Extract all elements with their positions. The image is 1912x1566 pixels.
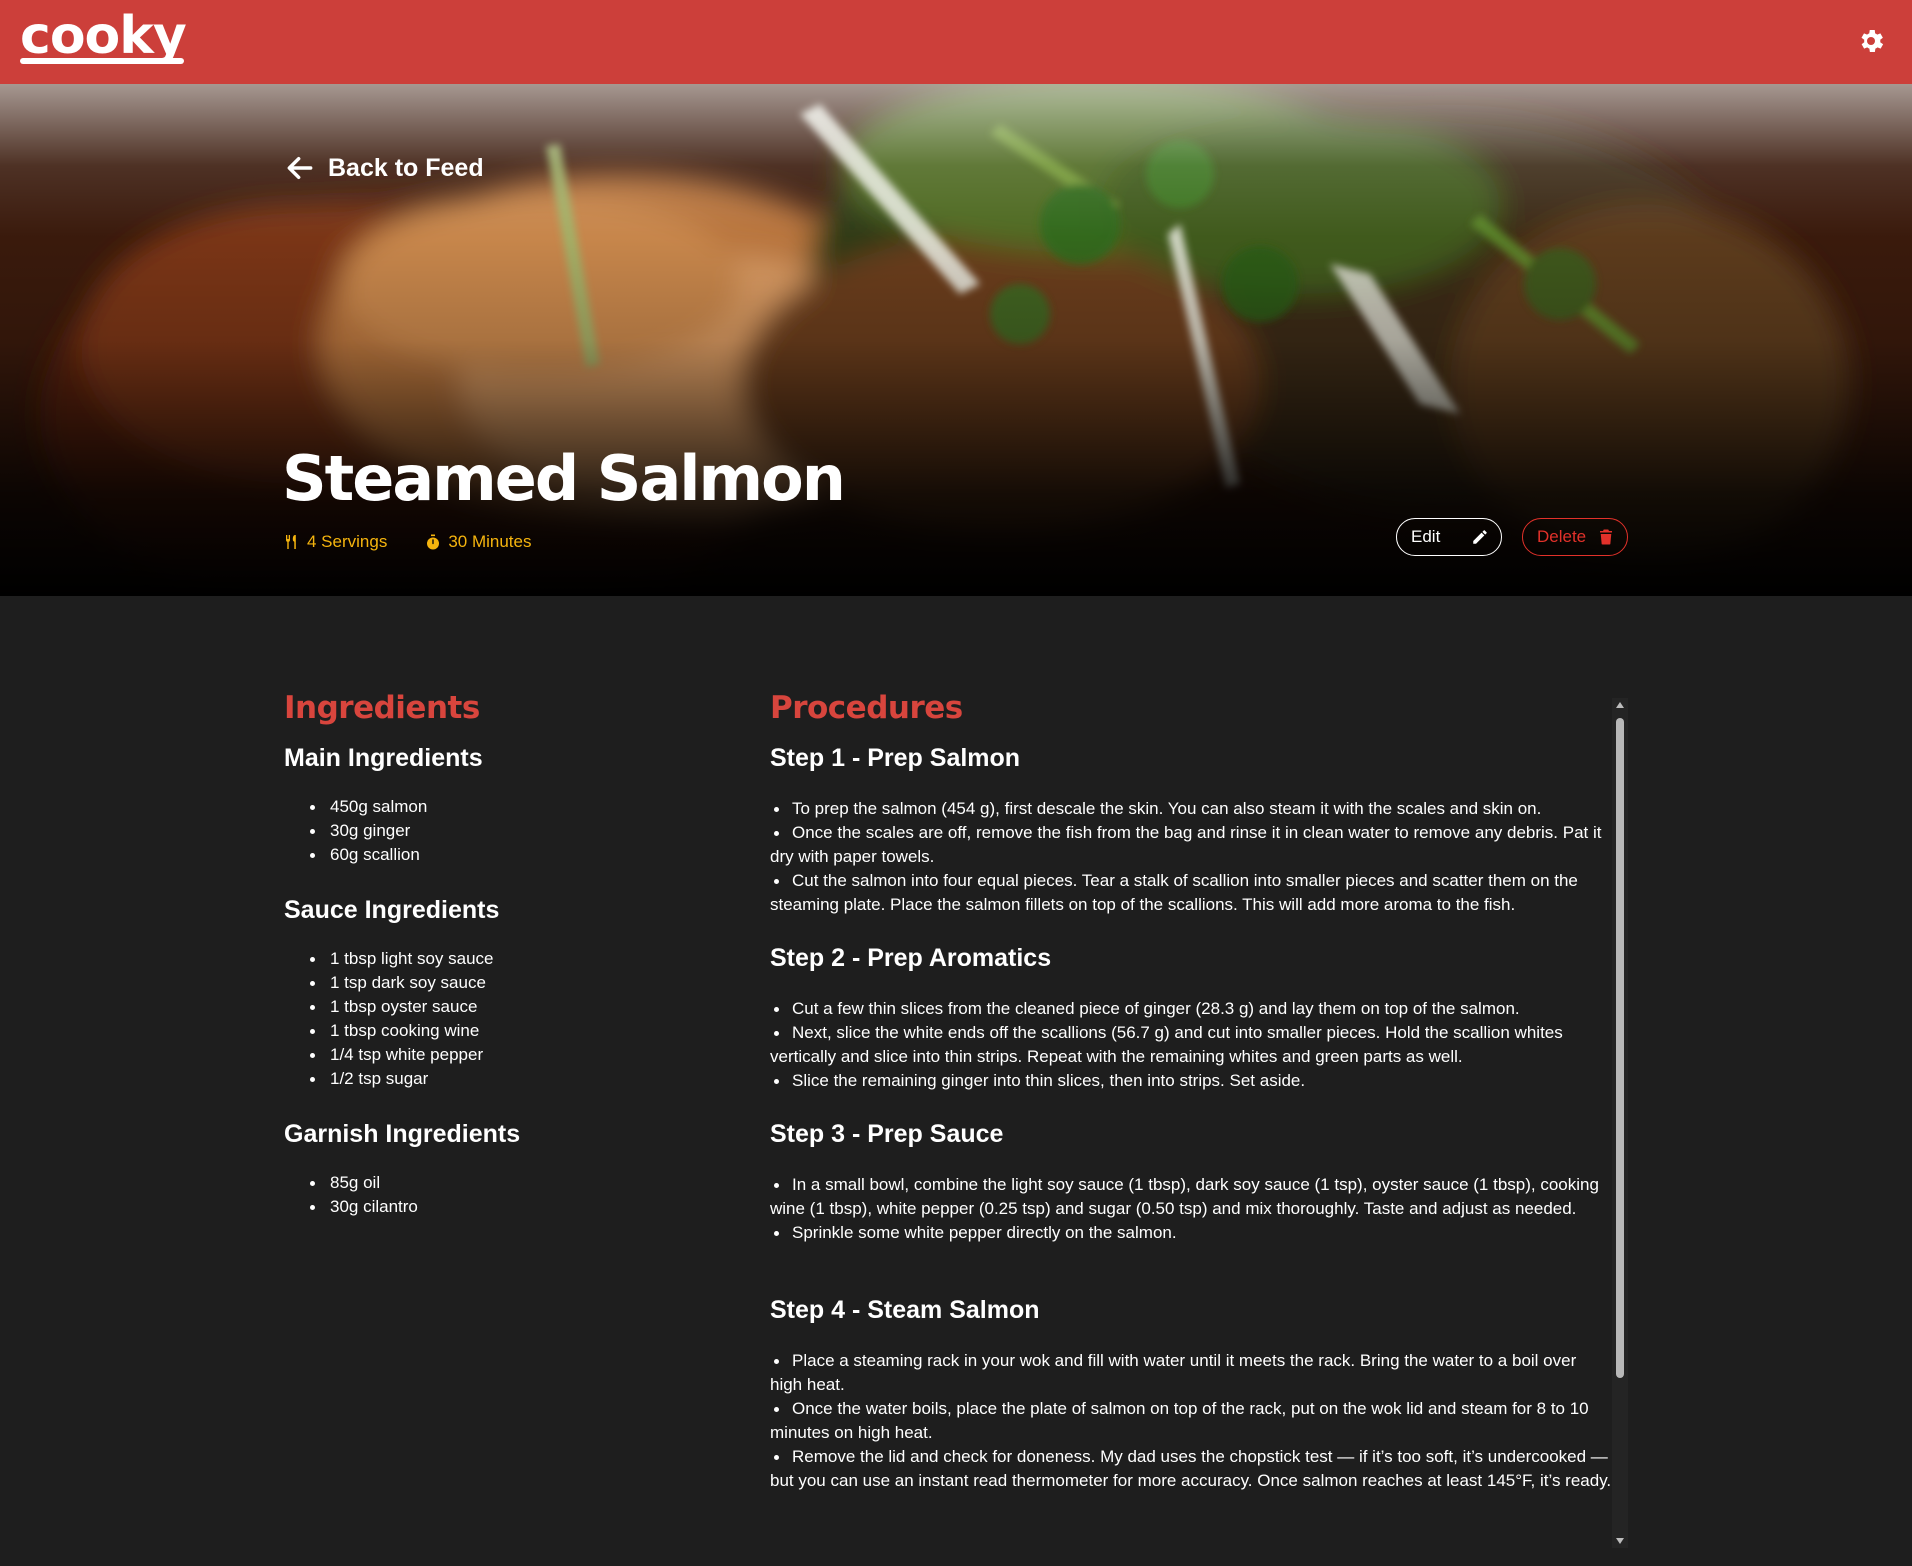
delete-button-label: Delete: [1537, 527, 1587, 546]
step-title: Step 3 - Prep Sauce: [770, 1120, 1004, 1148]
procedures-scrollbar[interactable]: [1612, 698, 1628, 1548]
step-item: To prep the salmon (454 g), first descal…: [770, 797, 1612, 821]
step-item: Cut the salmon into four equal pieces. T…: [770, 869, 1612, 917]
ingredient-item: 1 tsp dark soy sauce: [284, 971, 724, 995]
logo[interactable]: cooky: [20, 6, 187, 66]
step-item: Cut a few thin slices from the cleaned p…: [770, 997, 1612, 1021]
step-list: Place a steaming rack in your wok and fi…: [770, 1349, 1612, 1493]
ingredient-list: 450g salmon 30g ginger 60g scallion: [284, 795, 724, 867]
ingredient-group-main: Main Ingredients 450g salmon 30g ginger …: [284, 744, 724, 867]
edit-button[interactable]: Edit: [1396, 518, 1502, 556]
trash-icon: [1600, 529, 1612, 545]
arrow-left-icon: [287, 156, 313, 180]
back-to-feed-label: Back to Feed: [328, 153, 484, 182]
ingredient-item: 1/2 tsp sugar: [284, 1067, 724, 1091]
time-text: 30 Minutes: [448, 532, 532, 551]
top-bar: cooky: [0, 0, 1912, 84]
pencil-icon: [1473, 530, 1487, 544]
ingredient-item: 1 tbsp cooking wine: [284, 1019, 724, 1043]
step-list: To prep the salmon (454 g), first descal…: [770, 797, 1612, 917]
ingredient-item: 85g oil: [284, 1171, 724, 1195]
ingredient-item: 1/4 tsp white pepper: [284, 1043, 724, 1067]
ingredient-item: 1 tbsp oyster sauce: [284, 995, 724, 1019]
procedure-step-4: Step 4 - Steam Salmon Place a steaming r…: [770, 1296, 1612, 1493]
scroll-down-arrow-icon[interactable]: [1616, 1538, 1624, 1544]
procedures-scroll-area[interactable]: Step 1 - Prep Salmon To prep the salmon …: [770, 740, 1612, 1550]
utensils-icon: [286, 535, 296, 549]
scroll-up-arrow-icon[interactable]: [1616, 702, 1624, 708]
ingredient-item: 1 tbsp light soy sauce: [284, 947, 724, 971]
ingredient-list: 85g oil 30g cilantro: [284, 1171, 724, 1219]
delete-button[interactable]: Delete: [1522, 518, 1628, 556]
scrollbar-thumb[interactable]: [1616, 718, 1624, 1378]
back-to-feed-link[interactable]: Back to Feed: [284, 150, 484, 186]
recipe-title: Steamed Salmon: [282, 442, 846, 515]
ingredient-list: 1 tbsp light soy sauce 1 tsp dark soy sa…: [284, 947, 724, 1091]
ingredients-heading: Ingredients: [284, 690, 480, 726]
step-title: Step 2 - Prep Aromatics: [770, 944, 1052, 972]
procedure-step-3: Step 3 - Prep Sauce In a small bowl, com…: [770, 1120, 1612, 1245]
edit-button-label: Edit: [1411, 527, 1441, 546]
procedures-heading: Procedures: [770, 690, 963, 726]
ingredient-item: 30g cilantro: [284, 1195, 724, 1219]
step-item: Once the scales are off, remove the fish…: [770, 821, 1612, 869]
gear-icon[interactable]: [1856, 26, 1886, 56]
step-list: Cut a few thin slices from the cleaned p…: [770, 997, 1612, 1093]
recipe-meta: 4 Servings 30 Minutes: [284, 532, 532, 552]
servings-text: 4 Servings: [307, 532, 388, 551]
step-item: Once the water boils, place the plate of…: [770, 1397, 1612, 1445]
procedure-step-1: Step 1 - Prep Salmon To prep the salmon …: [770, 744, 1612, 917]
step-item: In a small bowl, combine the light soy s…: [770, 1173, 1612, 1221]
step-title: Step 1 - Prep Salmon: [770, 744, 1021, 772]
time-info: 30 Minutes: [425, 532, 532, 552]
ingredient-item: 30g ginger: [284, 819, 724, 843]
ingredient-group-title: Garnish Ingredients: [284, 1120, 521, 1148]
ingredient-item: 450g salmon: [284, 795, 724, 819]
step-item: Slice the remaining ginger into thin sli…: [770, 1069, 1612, 1093]
ingredient-group-sauce: Sauce Ingredients 1 tbsp light soy sauce…: [284, 896, 724, 1091]
ingredient-group-garnish: Garnish Ingredients 85g oil 30g cilantro: [284, 1120, 724, 1219]
step-item: Remove the lid and check for doneness. M…: [770, 1445, 1612, 1493]
step-title: Step 4 - Steam Salmon: [770, 1296, 1040, 1324]
step-list: In a small bowl, combine the light soy s…: [770, 1173, 1612, 1245]
logo-underline: [20, 58, 184, 64]
recipe-hero: Back to Feed Steamed Salmon 4 Servings 3…: [0, 84, 1912, 596]
ingredient-group-title: Main Ingredients: [284, 744, 483, 772]
step-item: Sprinkle some white pepper directly on t…: [770, 1221, 1612, 1245]
ingredient-group-title: Sauce Ingredients: [284, 896, 500, 924]
step-item: Place a steaming rack in your wok and fi…: [770, 1349, 1612, 1397]
stopwatch-icon: [427, 534, 440, 550]
step-item: Next, slice the white ends off the scall…: [770, 1021, 1612, 1069]
ingredient-item: 60g scallion: [284, 843, 724, 867]
procedure-step-2: Step 2 - Prep Aromatics Cut a few thin s…: [770, 944, 1612, 1093]
servings-info: 4 Servings: [284, 532, 387, 552]
